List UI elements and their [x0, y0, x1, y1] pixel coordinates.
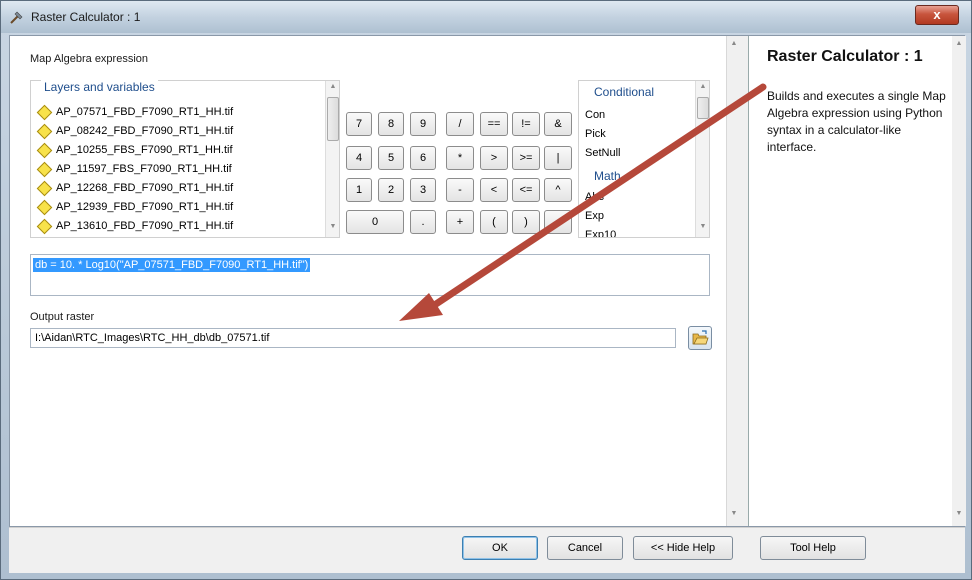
layer-item[interactable]: AP_13610_FBD_F7090_RT1_HH.tif: [36, 217, 233, 235]
raster-layer-icon: [36, 161, 53, 177]
help-description: Builds and executes a single Map Algebra…: [767, 89, 946, 154]
expression-text: db = 10. * Log10("AP_07571_FBD_F7090_RT1…: [33, 258, 311, 272]
key-multiply[interactable]: *: [446, 146, 474, 170]
key-less-equal[interactable]: <=: [512, 178, 540, 202]
dialog-client-area: Map Algebra expression Layers and variab…: [9, 35, 966, 527]
help-title: Raster Calculator : 1: [767, 48, 923, 65]
raster-layer-icon: [36, 104, 53, 120]
output-raster-label: Output raster: [30, 311, 95, 323]
layer-item[interactable]: AP_08242_FBD_F7090_RT1_HH.tif: [36, 122, 233, 140]
functions-scrollbar[interactable]: ▲ ▼: [695, 81, 709, 237]
key-not[interactable]: ~: [544, 210, 572, 234]
key-9[interactable]: 9: [410, 112, 436, 136]
key-greater[interactable]: >: [480, 146, 508, 170]
key-decimal[interactable]: .: [410, 210, 436, 234]
scroll-thumb[interactable]: [327, 97, 339, 141]
scroll-up-icon[interactable]: ▲: [696, 83, 709, 90]
help-panel: Raster Calculator : 1 Builds and execute…: [748, 36, 966, 526]
math-heading: Math: [591, 169, 624, 183]
layers-list-title: Layers and variables: [41, 80, 158, 94]
key-close-paren[interactable]: ): [512, 210, 540, 234]
key-minus[interactable]: -: [446, 178, 474, 202]
scroll-thumb[interactable]: [697, 97, 709, 119]
raster-layer-icon: [36, 180, 53, 196]
functions-list[interactable]: Conditional Con Pick SetNull Math Abs Ex…: [578, 80, 710, 238]
close-button[interactable]: x: [915, 5, 959, 25]
key-and[interactable]: &: [544, 112, 572, 136]
key-open-paren[interactable]: (: [480, 210, 508, 234]
expression-textbox[interactable]: db = 10. * Log10("AP_07571_FBD_F7090_RT1…: [30, 254, 710, 296]
parameters-scrollbar[interactable]: ▲ ▼: [726, 36, 740, 526]
layer-item[interactable]: AP_12268_FBD_F7090_RT1_HH.tif: [36, 179, 233, 197]
function-setnull[interactable]: SetNull: [585, 147, 620, 159]
browse-button[interactable]: [688, 326, 712, 350]
dialog-button-bar: OK Cancel << Hide Help Tool Help: [9, 527, 965, 573]
cancel-button[interactable]: Cancel: [547, 536, 623, 560]
function-con[interactable]: Con: [585, 109, 605, 121]
layers-scrollbar[interactable]: ▲ ▼: [325, 81, 339, 237]
key-1[interactable]: 1: [346, 178, 372, 202]
scroll-up-icon[interactable]: ▲: [952, 40, 966, 47]
help-scrollbar[interactable]: ▲ ▼: [952, 36, 966, 526]
scroll-up-icon[interactable]: ▲: [727, 40, 741, 47]
layer-item[interactable]: AP_07571_FBD_F7090_RT1_HH.tif: [36, 103, 233, 121]
key-4[interactable]: 4: [346, 146, 372, 170]
raster-layer-icon: [36, 199, 53, 215]
key-6[interactable]: 6: [410, 146, 436, 170]
scroll-down-icon[interactable]: ▼: [326, 223, 340, 230]
scroll-down-icon[interactable]: ▼: [952, 510, 966, 517]
parameters-panel: Map Algebra expression Layers and variab…: [10, 36, 740, 526]
expression-section-label: Map Algebra expression: [30, 53, 149, 65]
key-8[interactable]: 8: [378, 112, 404, 136]
key-or[interactable]: |: [544, 146, 572, 170]
key-less[interactable]: <: [480, 178, 508, 202]
raster-calculator-window: Raster Calculator : 1 x Map Algebra expr…: [0, 0, 972, 580]
scroll-down-icon[interactable]: ▼: [727, 510, 741, 517]
title-bar[interactable]: Raster Calculator : 1 x: [1, 1, 971, 33]
open-folder-icon: [692, 330, 709, 345]
ok-button[interactable]: OK: [462, 536, 538, 560]
conditional-heading: Conditional: [591, 85, 658, 99]
layer-item[interactable]: AP_12939_FBD_F7090_RT1_HH.tif: [36, 198, 233, 216]
layer-item[interactable]: AP_10255_FBS_F7090_RT1_HH.tif: [36, 141, 233, 159]
key-divide[interactable]: /: [446, 112, 474, 136]
window-title: Raster Calculator : 1: [31, 10, 141, 24]
raster-layer-icon: [36, 123, 53, 139]
key-greater-equal[interactable]: >=: [512, 146, 540, 170]
function-pick[interactable]: Pick: [585, 128, 606, 140]
key-equal[interactable]: ==: [480, 112, 508, 136]
hide-help-button[interactable]: << Hide Help: [633, 536, 733, 560]
raster-layer-icon: [36, 218, 53, 234]
raster-layer-icon: [36, 142, 53, 158]
output-raster-input[interactable]: I:\Aidan\RTC_Images\RTC_HH_db\db_07571.t…: [30, 328, 676, 348]
key-plus[interactable]: +: [446, 210, 474, 234]
hammer-icon: [10, 11, 23, 24]
scroll-down-icon[interactable]: ▼: [696, 223, 709, 230]
key-2[interactable]: 2: [378, 178, 404, 202]
function-exp10[interactable]: Exp10: [585, 229, 616, 237]
function-abs[interactable]: Abs: [585, 191, 604, 203]
key-5[interactable]: 5: [378, 146, 404, 170]
key-not-equal[interactable]: !=: [512, 112, 540, 136]
key-7[interactable]: 7: [346, 112, 372, 136]
layers-list[interactable]: Layers and variables AP_07571_FBD_F7090_…: [30, 80, 340, 238]
key-3[interactable]: 3: [410, 178, 436, 202]
function-exp[interactable]: Exp: [585, 210, 604, 222]
layer-item[interactable]: AP_11597_FBS_F7090_RT1_HH.tif: [36, 160, 232, 178]
tool-help-button[interactable]: Tool Help: [760, 536, 866, 560]
scroll-up-icon[interactable]: ▲: [326, 83, 340, 90]
key-0[interactable]: 0: [346, 210, 404, 234]
key-xor[interactable]: ^: [544, 178, 572, 202]
